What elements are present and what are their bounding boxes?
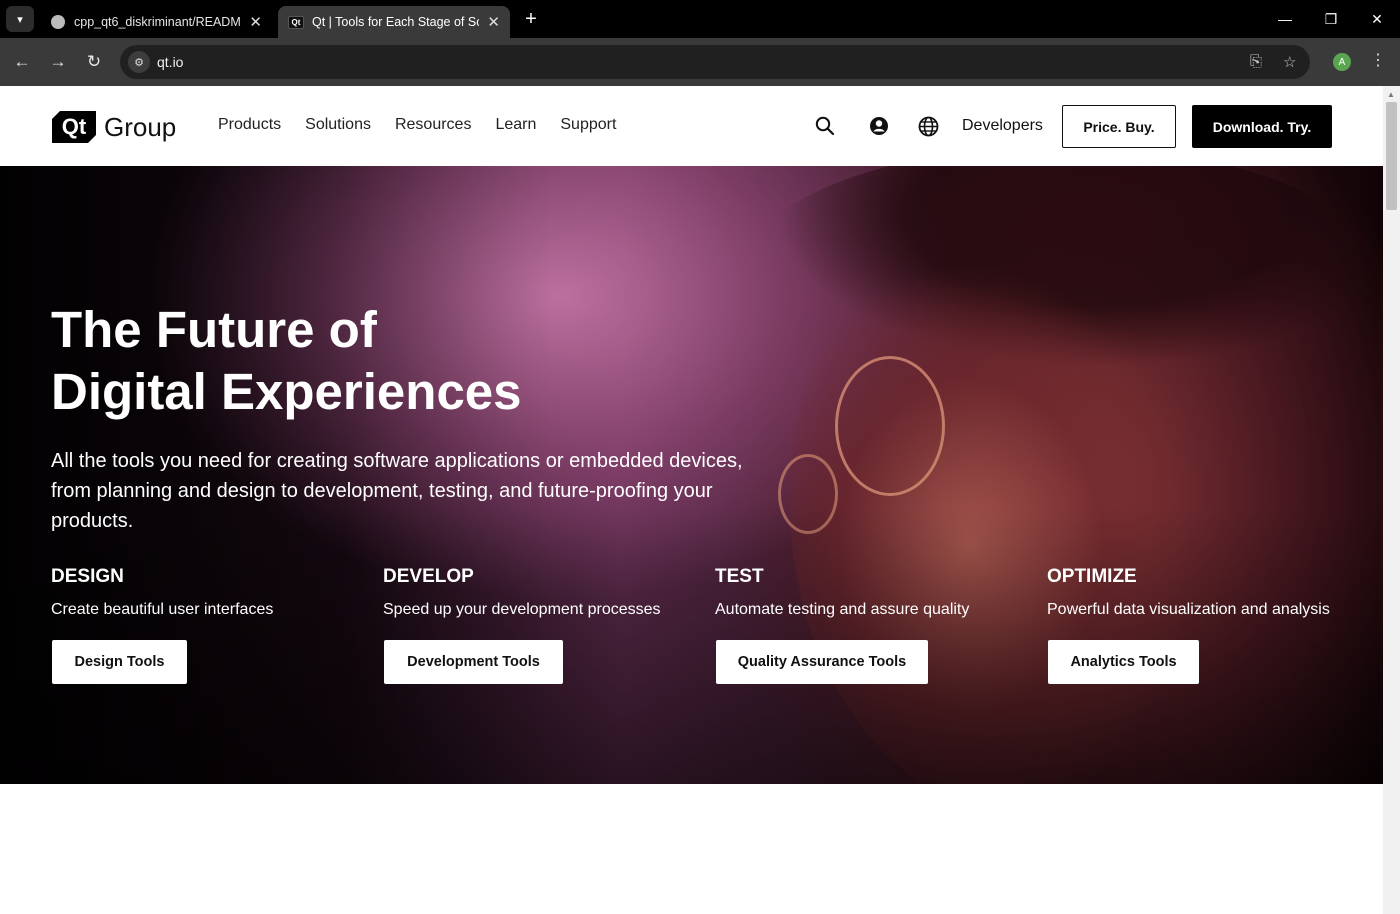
hero-title-line2: Digital Experiences bbox=[51, 363, 522, 420]
restore-icon[interactable]: ❐ bbox=[1308, 0, 1354, 38]
address-bar[interactable]: ⚙ qt.io ⎘ ☆ bbox=[120, 45, 1310, 79]
nav-support[interactable]: Support bbox=[560, 116, 616, 134]
tab-title: Qt | Tools for Each Stage of Software De… bbox=[312, 15, 479, 29]
nav-solutions[interactable]: Solutions bbox=[305, 116, 371, 134]
browser-menu-icon[interactable]: ⋮ bbox=[1370, 50, 1386, 70]
site-header: Qt Group Products Solutions Resources Le… bbox=[0, 86, 1383, 166]
nav-resources[interactable]: Resources bbox=[395, 116, 471, 134]
close-tab-icon[interactable]: ✕ bbox=[487, 13, 500, 31]
main-nav: Products Solutions Resources Learn Suppo… bbox=[218, 116, 616, 134]
search-icon[interactable] bbox=[814, 115, 836, 137]
hero-title: The Future of Digital Experiences bbox=[51, 299, 522, 423]
bookmark-star-icon[interactable]: ☆ bbox=[1283, 53, 1296, 71]
url-text[interactable]: qt.io bbox=[157, 54, 183, 70]
column-test: TEST Automate testing and assure quality… bbox=[715, 566, 970, 684]
analytics-tools-button[interactable]: Analytics Tools bbox=[1048, 640, 1199, 684]
back-icon[interactable]: ← bbox=[8, 48, 36, 76]
web-page: Qt Group Products Solutions Resources Le… bbox=[0, 86, 1383, 914]
hero-section: The Future of Digital Experiences All th… bbox=[0, 166, 1383, 784]
qt-group-logo[interactable]: Qt Group bbox=[52, 111, 176, 143]
hero-title-line1: The Future of bbox=[51, 301, 377, 358]
reload-icon[interactable]: ↻ bbox=[80, 48, 108, 76]
github-icon bbox=[50, 14, 66, 30]
browser-toolbar: ← → ↻ ⚙ qt.io ⎘ ☆ A ⋮ bbox=[0, 38, 1400, 86]
tab-search-chevron-icon[interactable]: ▾ bbox=[6, 6, 34, 32]
column-heading: TEST bbox=[715, 566, 764, 587]
column-description: Create beautiful user interfaces bbox=[51, 601, 274, 618]
account-icon[interactable] bbox=[868, 115, 890, 137]
tab-github-readme[interactable]: cpp_qt6_diskriminant/README.md ✕ bbox=[40, 6, 272, 38]
column-heading: DESIGN bbox=[51, 566, 124, 587]
logo-text: Group bbox=[104, 111, 177, 142]
column-description: Automate testing and assure quality bbox=[715, 601, 970, 618]
nav-learn[interactable]: Learn bbox=[495, 116, 536, 134]
column-design: DESIGN Create beautiful user interfaces … bbox=[51, 566, 274, 684]
globe-icon[interactable] bbox=[917, 115, 939, 137]
development-tools-button[interactable]: Development Tools bbox=[384, 640, 563, 684]
quality-assurance-tools-button[interactable]: Quality Assurance Tools bbox=[716, 640, 928, 684]
scroll-thumb[interactable] bbox=[1386, 102, 1397, 210]
close-tab-icon[interactable]: ✕ bbox=[249, 13, 262, 31]
site-settings-icon[interactable]: ⚙ bbox=[128, 51, 150, 73]
hero-subtitle: All the tools you need for creating soft… bbox=[51, 450, 743, 532]
download-try-button[interactable]: Download. Try. bbox=[1192, 105, 1332, 148]
close-window-icon[interactable]: ✕ bbox=[1354, 0, 1400, 38]
new-tab-button[interactable]: + bbox=[520, 8, 542, 30]
column-description: Powerful data visualization and analysis bbox=[1047, 601, 1330, 618]
column-heading: DEVELOP bbox=[383, 566, 474, 587]
qt-icon: Qt bbox=[288, 14, 304, 30]
developers-link[interactable]: Developers bbox=[962, 117, 1043, 135]
browser-tab-bar: ▾ cpp_qt6_diskriminant/README.md ✕ Qt Qt… bbox=[0, 0, 1400, 38]
column-optimize: OPTIMIZE Powerful data visualization and… bbox=[1047, 566, 1330, 684]
price-buy-button[interactable]: Price. Buy. bbox=[1062, 105, 1176, 148]
design-tools-button[interactable]: Design Tools bbox=[52, 640, 187, 684]
column-develop: DEVELOP Speed up your development proces… bbox=[383, 566, 661, 684]
minimize-icon[interactable]: — bbox=[1262, 0, 1308, 38]
forward-icon[interactable]: → bbox=[44, 48, 72, 76]
logo-mark: Qt bbox=[52, 111, 96, 143]
scroll-up-arrow-icon[interactable]: ▲ bbox=[1387, 90, 1395, 99]
profile-avatar[interactable]: A bbox=[1333, 53, 1351, 71]
translate-icon[interactable]: ⎘ bbox=[1250, 53, 1262, 70]
page-scrollbar[interactable]: ▲ bbox=[1383, 86, 1400, 914]
tab-qt-home[interactable]: Qt Qt | Tools for Each Stage of Software… bbox=[278, 6, 510, 38]
column-heading: OPTIMIZE bbox=[1047, 566, 1137, 587]
column-description: Speed up your development processes bbox=[383, 601, 661, 618]
tab-title: cpp_qt6_diskriminant/README.md bbox=[74, 15, 241, 29]
nav-products[interactable]: Products bbox=[218, 116, 281, 134]
